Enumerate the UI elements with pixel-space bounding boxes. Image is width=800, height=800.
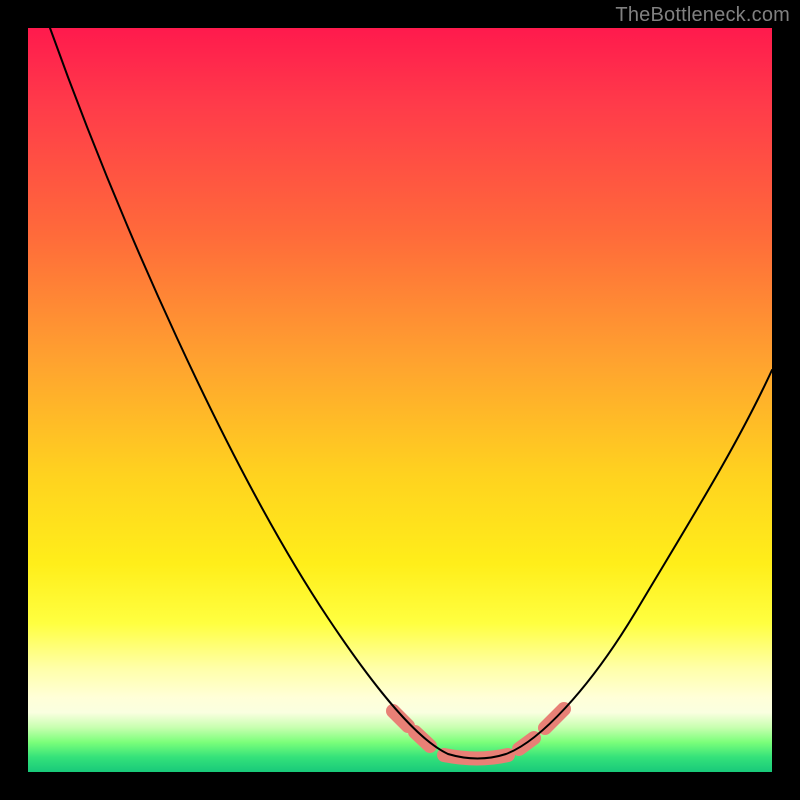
watermark-text: TheBottleneck.com — [615, 4, 790, 27]
bottleneck-curve — [50, 28, 772, 759]
marker-right-lower — [519, 738, 534, 749]
marker-group — [393, 709, 564, 759]
marker-left-upper — [393, 711, 408, 726]
marker-left-lower — [415, 732, 430, 746]
marker-flat — [444, 755, 508, 759]
plot-area — [28, 28, 772, 772]
chart-frame: TheBottleneck.com — [0, 0, 800, 800]
curve-svg — [28, 28, 772, 772]
marker-right-upper — [545, 709, 564, 728]
